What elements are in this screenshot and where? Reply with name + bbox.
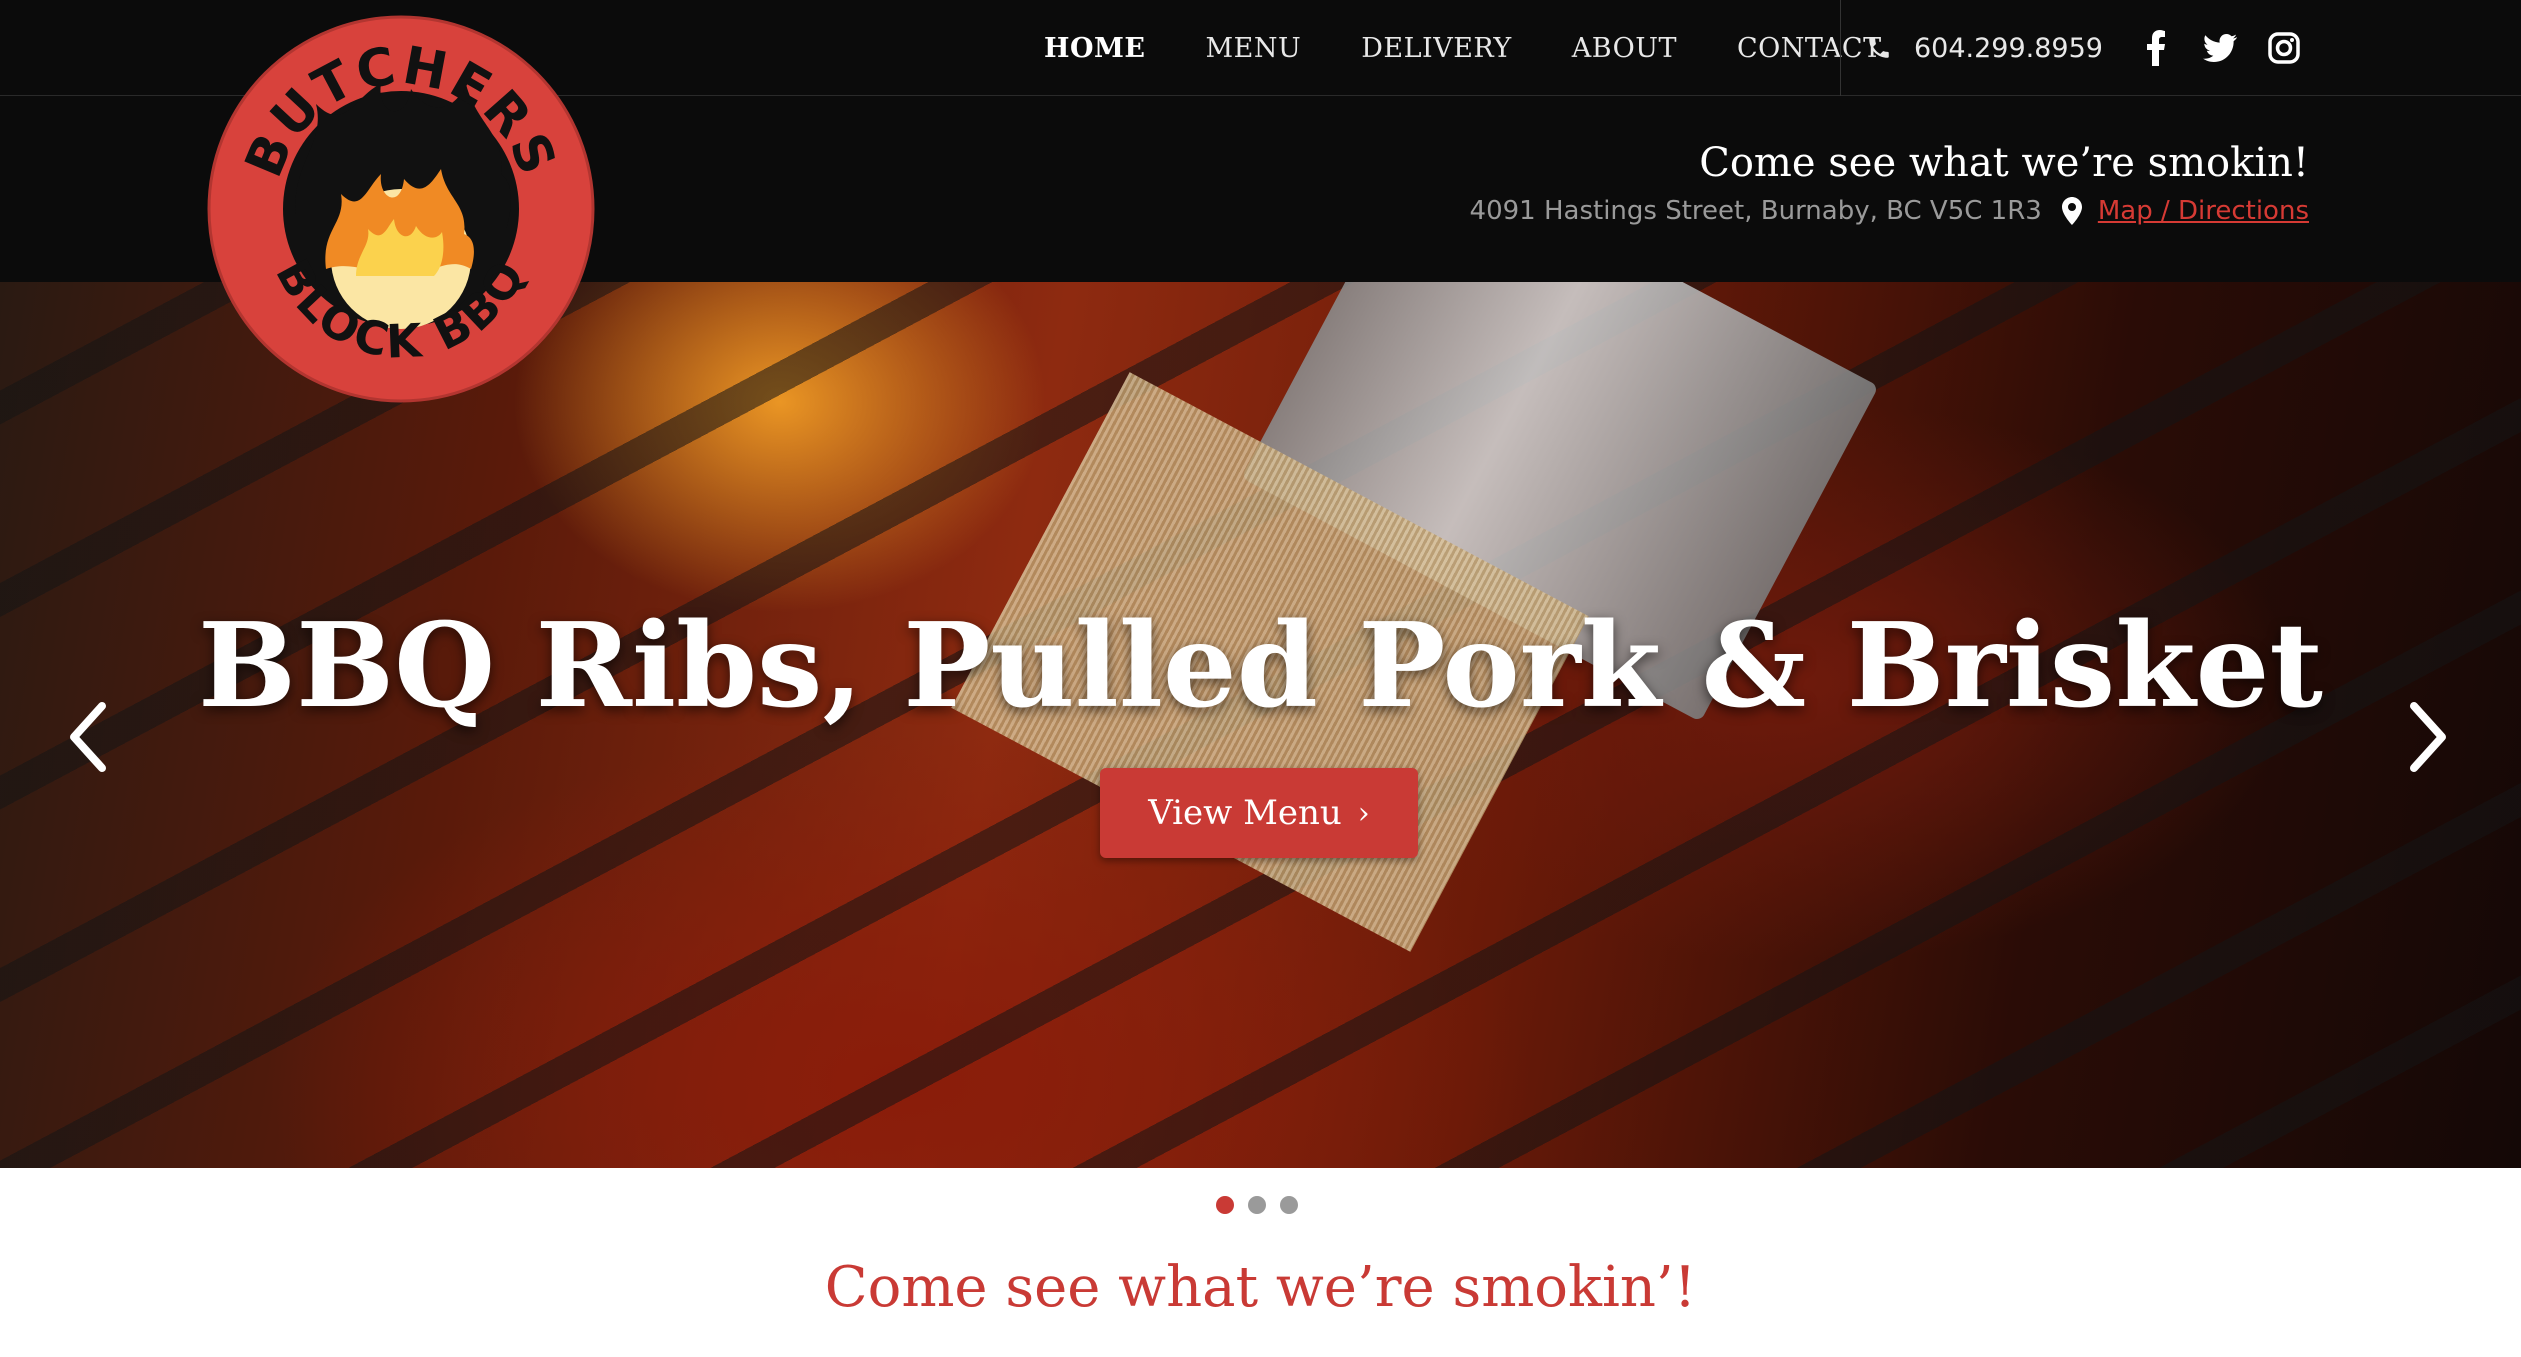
slider-dots (1216, 1196, 1312, 1214)
section-heading: Come see what we’re smokin’! (824, 1255, 1697, 1320)
hero-slider: BBQ Ribs, Pulled Pork & Brisket View Men… (0, 282, 2521, 1168)
main-nav: HOME MENU DELIVERY ABOUT CONTACT (1044, 0, 1942, 96)
slider-next-arrow[interactable] (2396, 692, 2456, 782)
view-menu-button[interactable]: View Menu › (1100, 768, 1418, 858)
chevron-right-icon: › (1357, 795, 1370, 831)
hero-title: BBQ Ribs, Pulled Pork & Brisket (198, 598, 2323, 734)
twitter-icon[interactable] (2202, 31, 2237, 65)
slider-dot-3[interactable] (1280, 1196, 1298, 1214)
address-row: 4091 Hastings Street, Burnaby, BC V5C 1R… (1470, 196, 2309, 226)
header-tagline: Come see what we’re smokin! (1699, 140, 2309, 186)
slider-prev-arrow[interactable] (60, 692, 120, 782)
nav-divider (1840, 0, 1841, 96)
nav-home[interactable]: HOME (1044, 33, 1146, 64)
nav-contact[interactable]: CONTACT (1737, 33, 1882, 64)
view-menu-label: View Menu (1148, 793, 1342, 833)
contact-bar: 604.299.8959 (1866, 0, 2331, 96)
nav-delivery[interactable]: DELIVERY (1361, 33, 1511, 64)
address-text: 4091 Hastings Street, Burnaby, BC V5C 1R… (1469, 196, 2042, 226)
phone-number[interactable]: 604.299.8959 (1914, 33, 2103, 64)
slider-dot-1[interactable] (1216, 1196, 1234, 1214)
instagram-icon[interactable] (2267, 31, 2301, 65)
butchers-block-bbq-logo[interactable]: BUTCHERS BLOCK BBQ (206, 14, 596, 404)
nav-menu[interactable]: MENU (1206, 33, 1302, 64)
facebook-icon[interactable] (2139, 30, 2173, 66)
map-pin-icon (2061, 197, 2082, 225)
nav-about[interactable]: ABOUT (1572, 33, 1677, 64)
phone-icon (1869, 38, 1889, 58)
social-links (2139, 30, 2331, 66)
map-directions-link[interactable]: Map / Directions (2098, 196, 2309, 226)
slider-dot-2[interactable] (1248, 1196, 1266, 1214)
